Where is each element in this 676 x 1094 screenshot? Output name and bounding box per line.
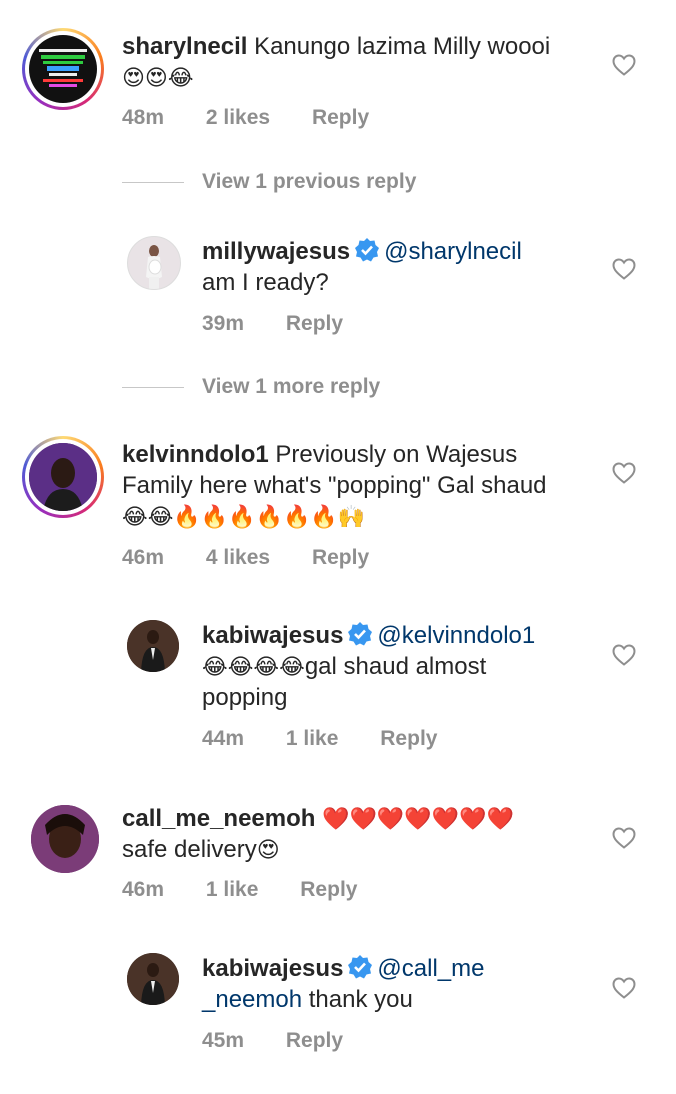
comment-sharylnecil: sharylnecil Kanungo lazima Milly woooi 😍… xyxy=(0,28,676,138)
username[interactable]: kabiwajesus xyxy=(202,955,343,982)
username[interactable]: kelvinndolo1 xyxy=(122,441,269,468)
username[interactable]: kabiwajesus xyxy=(202,622,343,649)
comment-kabiwajesus-reply-1: kabiwajesus @kelvinndolo1 😂😂😂😂gal shaud a… xyxy=(0,620,676,760)
comment-text: sharylnecil Kanungo lazima Milly woooi 😍… xyxy=(122,31,592,93)
comment-meta: 44m 1 like Reply xyxy=(202,727,473,751)
heart-outline-icon[interactable] xyxy=(612,644,636,666)
verified-badge-icon xyxy=(348,622,373,646)
comment-body: gal shaud almost xyxy=(304,653,487,680)
timestamp: 48m xyxy=(122,106,165,129)
emoji-line: ❤️❤️❤️❤️❤️❤️❤️ xyxy=(322,806,514,831)
avatar[interactable] xyxy=(29,443,97,511)
username[interactable]: call_me_neemoh xyxy=(122,805,315,832)
comment-body: thank you xyxy=(308,986,413,1013)
comment-millywajesus: millywajesus @sharylnecil am I ready? 39m… xyxy=(0,236,676,346)
likes-count[interactable]: 1 like xyxy=(206,878,259,901)
comment-body: safe delivery xyxy=(122,836,257,863)
reply-button[interactable]: Reply xyxy=(300,878,357,901)
timestamp: 46m xyxy=(122,878,165,901)
view-replies-label: View 1 previous reply xyxy=(202,170,417,193)
comment-body-line2: Family here what's "popping" Gal shaud xyxy=(122,472,547,499)
reply-button[interactable]: Reply xyxy=(312,546,369,569)
comment-meta: 48m 2 likes Reply xyxy=(122,106,405,130)
avatar[interactable] xyxy=(31,805,99,873)
timestamp: 39m xyxy=(202,312,245,335)
comment-body: Previously on Wajesus xyxy=(275,441,518,468)
verified-badge-icon xyxy=(355,238,380,262)
comment-text: call_me_neemoh ❤️❤️❤️❤️❤️❤️❤️ safe deliv… xyxy=(122,803,602,865)
username[interactable]: millywajesus xyxy=(202,238,350,265)
username[interactable]: sharylnecil xyxy=(122,33,247,60)
heart-outline-icon[interactable] xyxy=(612,258,636,280)
reply-button[interactable]: Reply xyxy=(286,1029,343,1052)
comment-meta: 46m 4 likes Reply xyxy=(122,546,405,570)
emoji-prefix: 😂😂😂😂 xyxy=(202,654,305,679)
avatar[interactable] xyxy=(127,236,181,290)
heart-outline-icon[interactable] xyxy=(612,462,636,484)
view-replies-label: View 1 more reply xyxy=(202,375,381,398)
emoji-line: 😍😍😂 xyxy=(122,65,194,90)
comment-text: millywajesus @sharylnecil am I ready? xyxy=(202,236,612,298)
avatar[interactable] xyxy=(127,953,179,1005)
likes-count[interactable]: 4 likes xyxy=(206,546,270,569)
avatar[interactable] xyxy=(29,35,97,103)
emoji-line: 😂😂🔥🔥🔥🔥🔥🔥🙌 xyxy=(122,504,366,529)
view-previous-replies[interactable]: View 1 previous reply xyxy=(122,167,522,197)
likes-count[interactable]: 2 likes xyxy=(206,106,270,129)
story-ring[interactable] xyxy=(22,28,104,110)
comment-text: kelvinndolo1 Previously on Wajesus Famil… xyxy=(122,439,602,532)
comment-body-line2: popping xyxy=(202,684,288,711)
story-ring[interactable] xyxy=(22,436,104,518)
avatar[interactable] xyxy=(127,620,179,672)
comment-kabiwajesus-reply-2: kabiwajesus @call_me _neemoh thank you 45… xyxy=(0,953,676,1063)
mention-link[interactable]: @sharylnecil xyxy=(384,238,522,265)
mention-link[interactable]: @call_me xyxy=(377,955,484,982)
timestamp: 46m xyxy=(122,546,165,569)
timestamp: 44m xyxy=(202,727,245,750)
comment-meta: 45m Reply xyxy=(202,1029,379,1053)
heart-outline-icon[interactable] xyxy=(612,977,636,999)
comment-body: am I ready? xyxy=(202,269,329,296)
comment-text: kabiwajesus @call_me _neemoh thank you xyxy=(202,953,612,1015)
view-more-replies[interactable]: View 1 more reply xyxy=(122,372,522,402)
comment-meta: 39m Reply xyxy=(202,312,379,336)
comment-kelvinndolo1: kelvinndolo1 Previously on Wajesus Famil… xyxy=(0,436,676,576)
heart-outline-icon[interactable] xyxy=(612,54,636,76)
reply-button[interactable]: Reply xyxy=(380,727,437,750)
comment-meta: 46m 1 like Reply xyxy=(122,878,393,902)
mention-link-cont[interactable]: _neemoh xyxy=(202,986,302,1013)
verified-badge-icon xyxy=(348,955,373,979)
comment-text: kabiwajesus @kelvinndolo1 😂😂😂😂gal shaud a… xyxy=(202,620,612,713)
likes-count[interactable]: 1 like xyxy=(286,727,339,750)
reply-button[interactable]: Reply xyxy=(312,106,369,129)
comment-body: Kanungo lazima Milly woooi xyxy=(254,33,551,60)
heart-outline-icon[interactable] xyxy=(612,827,636,849)
reply-button[interactable]: Reply xyxy=(286,312,343,335)
timestamp: 45m xyxy=(202,1029,245,1052)
emoji-end: 😍 xyxy=(256,837,280,862)
mention-link[interactable]: @kelvinndolo1 xyxy=(377,622,535,649)
comment-call-me-neemoh: call_me_neemoh ❤️❤️❤️❤️❤️❤️❤️ safe deliv… xyxy=(0,803,676,913)
